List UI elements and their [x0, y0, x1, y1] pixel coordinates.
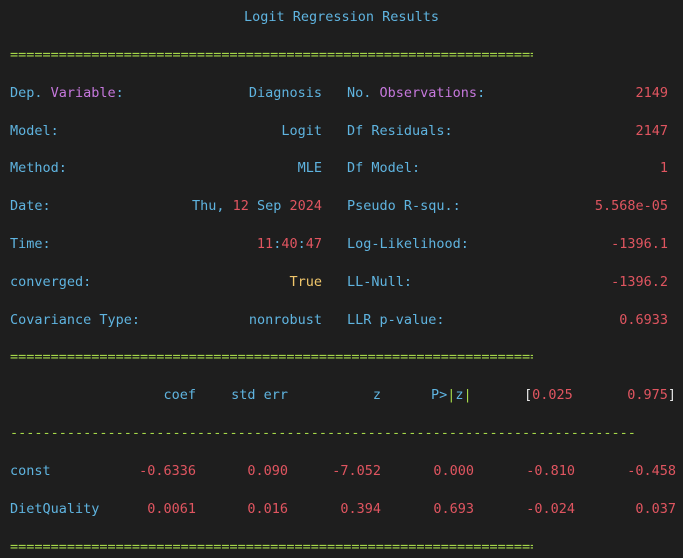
column-header-coef: coef: [163, 387, 196, 403]
summary-value: MLE: [297, 160, 322, 176]
column-header-ci-hi: 0.975]: [627, 387, 676, 403]
summary-label: Df Model:: [347, 160, 421, 176]
row-stderr: 0.090: [247, 463, 288, 479]
summary-label: No. Observations:: [347, 85, 486, 101]
row-ci-hi: -0.458: [627, 463, 676, 479]
row-coef: -0.6336: [139, 463, 196, 479]
summary-value: 0.6933: [619, 312, 668, 328]
summary-label: LLR p-value:: [347, 312, 445, 328]
separator-top: ========================================…: [10, 47, 533, 63]
summary-label: LL-Null:: [347, 274, 413, 290]
row-coef: 0.0061: [147, 501, 196, 517]
row-stderr: 0.016: [247, 501, 288, 517]
summary-value: nonrobust: [248, 312, 322, 328]
summary-value: -1396.1: [611, 236, 668, 252]
summary-label: Date:: [10, 198, 51, 214]
summary-label: Dep. Variable:: [10, 85, 124, 101]
summary-value: True: [289, 274, 322, 290]
row-name: DietQuality: [10, 501, 100, 517]
summary-value: Logit: [281, 123, 322, 139]
row-p: 0.693: [433, 501, 474, 517]
row-ci-hi: 0.037: [635, 501, 676, 517]
row-z: -7.052: [332, 463, 381, 479]
column-header-stderr: std err: [231, 387, 288, 403]
summary-value: Diagnosis: [248, 85, 322, 101]
separator-middle: ========================================…: [10, 349, 533, 365]
summary-value: 2147: [635, 123, 668, 139]
summary-value: Thu, 12 Sep 2024: [191, 198, 322, 214]
column-header-ci-lo: [0.025: [524, 387, 573, 403]
summary-label: Covariance Type:: [10, 312, 141, 328]
row-ci-lo: -0.810: [526, 463, 575, 479]
summary-label: Method:: [10, 160, 67, 176]
summary-value: 11:40:47: [256, 236, 322, 252]
summary-label: Time:: [10, 236, 51, 252]
summary-label: Log-Likelihood:: [347, 236, 469, 252]
summary-value: 5.568e-05: [594, 198, 668, 214]
column-header-p: P>|z|: [431, 387, 472, 403]
separator-bottom: ========================================…: [10, 539, 533, 555]
row-name: const: [10, 463, 51, 479]
row-ci-lo: -0.024: [526, 501, 575, 517]
summary-value: 2149: [635, 85, 668, 101]
row-z: 0.394: [340, 501, 381, 517]
summary-label: converged:: [10, 274, 92, 290]
summary-value: -1396.2: [611, 274, 668, 290]
column-header-z: z: [372, 387, 381, 403]
summary-label: Model:: [10, 123, 59, 139]
summary-label: Df Residuals:: [347, 123, 453, 139]
separator-dash: ----------------------------------------…: [10, 425, 636, 441]
summary-value: 1: [659, 160, 668, 176]
row-p: 0.000: [433, 463, 474, 479]
results-title: Logit Regression Results: [243, 9, 440, 25]
summary-label: Pseudo R-squ.:: [347, 198, 461, 214]
